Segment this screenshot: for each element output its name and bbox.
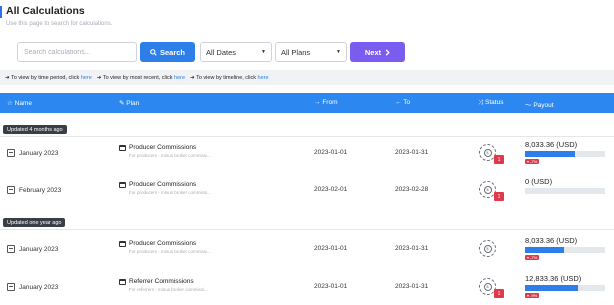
plan-cell[interactable]: Producer Commissions For producers - min… bbox=[119, 144, 211, 158]
payout-bar bbox=[525, 247, 605, 253]
search-input[interactable] bbox=[17, 42, 137, 62]
next-button-label: Next bbox=[364, 47, 382, 57]
change-badge: ▾ -9% bbox=[525, 293, 540, 298]
calendar-icon bbox=[7, 149, 15, 157]
from-cell: 2023-01-01 bbox=[314, 149, 348, 156]
calendar-icon bbox=[119, 240, 126, 247]
payout-bar-fill bbox=[525, 247, 565, 253]
plans-select[interactable]: All Plans ▼ bbox=[275, 42, 347, 62]
to-cell: 2023-01-31 bbox=[395, 149, 429, 156]
gear-icon: $ bbox=[479, 240, 496, 257]
table-row[interactable]: February 2023 Producer Commissions For p… bbox=[0, 170, 614, 208]
dates-select[interactable]: All Dates ▼ bbox=[200, 42, 272, 62]
chevron-down-icon: ▼ bbox=[336, 49, 341, 55]
page-subtitle: Use this page to search for calculations… bbox=[6, 21, 113, 27]
plan-description: For producers - minus broker commissi... bbox=[129, 153, 211, 158]
status-badge: 1 bbox=[494, 192, 504, 201]
search-icon bbox=[150, 48, 157, 56]
shuffle-icon: ⤨ bbox=[478, 99, 486, 106]
calendar-icon bbox=[7, 245, 15, 253]
status-cell[interactable]: $ 1 bbox=[478, 143, 508, 165]
payout-cell: 8,033.36 (USD) ▾ -7% bbox=[525, 236, 610, 261]
payout-bar bbox=[525, 151, 605, 157]
hint-most-recent-link[interactable]: here bbox=[174, 75, 185, 81]
payout-value: 8,033.36 (USD) bbox=[525, 236, 578, 245]
column-name[interactable]: ☆ Name bbox=[7, 99, 32, 107]
plan-name: Producer Commissions bbox=[129, 181, 197, 188]
status-badge: 1 bbox=[494, 289, 504, 298]
table-row[interactable]: January 2023 Producer Commissions For pr… bbox=[0, 133, 614, 171]
from-cell: 2023-02-01 bbox=[314, 186, 348, 193]
payout-value: 0 (USD) bbox=[525, 177, 553, 186]
page-title: All Calculations bbox=[6, 5, 85, 17]
plan-description: For producers - minus broker commissi... bbox=[129, 190, 211, 195]
plans-select-value: All Plans bbox=[281, 47, 311, 57]
to-cell: 2023-02-28 bbox=[395, 186, 429, 193]
column-to[interactable]: ← To bbox=[395, 99, 410, 106]
name-cell: January 2023 bbox=[7, 149, 58, 157]
column-status[interactable]: ⤨ Status bbox=[478, 99, 503, 107]
name-cell: January 2023 bbox=[7, 245, 58, 253]
to-cell: 2023-01-31 bbox=[395, 283, 429, 290]
calendar-icon bbox=[119, 181, 126, 188]
status-cell[interactable]: $ 1 bbox=[478, 180, 508, 202]
calendar-icon bbox=[119, 278, 126, 285]
to-cell: 2023-01-31 bbox=[395, 245, 429, 252]
status-badge: 1 bbox=[494, 155, 504, 164]
payout-bar bbox=[525, 188, 605, 194]
chevron-right-icon bbox=[385, 48, 390, 56]
column-payout[interactable]: 〜 Payout bbox=[525, 99, 554, 109]
plan-name: Producer Commissions bbox=[129, 240, 197, 247]
payout-value: 8,033.36 (USD) bbox=[525, 140, 578, 149]
title-accent-bar bbox=[0, 6, 2, 18]
table-row[interactable]: January 2023 Producer Commissions For pr… bbox=[0, 229, 614, 267]
name-cell: January 2023 bbox=[7, 283, 58, 291]
next-button[interactable]: Next bbox=[350, 42, 405, 62]
plan-description: For referrers - minus broker commissi... bbox=[129, 287, 208, 292]
hint-timeline-link[interactable]: here bbox=[258, 75, 269, 81]
arrow-left-icon: ← bbox=[395, 99, 404, 106]
column-from[interactable]: → From bbox=[314, 99, 337, 106]
hint-time-period-link[interactable]: here bbox=[81, 75, 92, 81]
calendar-icon bbox=[7, 283, 15, 291]
plan-cell[interactable]: Producer Commissions For producers - min… bbox=[119, 181, 211, 195]
plan-name: Producer Commissions bbox=[129, 144, 197, 151]
hint-time-period: ➜ To view by time period, click here bbox=[5, 74, 92, 81]
calendar-icon bbox=[7, 186, 15, 194]
payout-bar-fill bbox=[525, 285, 578, 291]
change-badge: ▾ -7% bbox=[525, 255, 540, 260]
column-plan[interactable]: ✎ Plan bbox=[119, 99, 139, 107]
plan-cell[interactable]: Referrer Commissions For referrers - min… bbox=[119, 278, 208, 292]
search-button[interactable]: Search bbox=[140, 42, 195, 62]
payout-bar bbox=[525, 285, 605, 291]
group-label: Updated one year ago bbox=[3, 218, 66, 227]
payout-cell: 8,033.36 (USD) ▾ -7% bbox=[525, 140, 610, 165]
table-header: ☆ Name ✎ Plan → From ← To ⤨ Status 〜 Pay… bbox=[0, 93, 614, 113]
plan-description: For producers - minus broker commissi... bbox=[129, 249, 211, 254]
view-hints-bar: ➜ To view by time period, click here ➜ T… bbox=[0, 70, 614, 85]
calendar-icon bbox=[119, 144, 126, 151]
from-cell: 2023-01-01 bbox=[314, 245, 348, 252]
hint-timeline: ➜ To view by timeline, click here bbox=[190, 74, 269, 81]
star-icon: ☆ bbox=[7, 100, 15, 107]
status-cell[interactable]: $ 1 bbox=[478, 277, 508, 299]
hint-most-recent: ➜ To view by most recent, click here bbox=[96, 74, 186, 81]
payout-cell: 0 (USD) bbox=[525, 177, 610, 194]
name-cell: February 2023 bbox=[7, 186, 61, 194]
dates-select-value: All Dates bbox=[206, 47, 237, 57]
status-cell[interactable]: $ bbox=[478, 239, 508, 261]
payout-value: 12,833.36 (USD) bbox=[525, 274, 582, 283]
from-cell: 2023-01-01 bbox=[314, 283, 348, 290]
payout-bar-fill bbox=[525, 151, 575, 157]
plan-cell[interactable]: Producer Commissions For producers - min… bbox=[119, 240, 211, 254]
search-button-label: Search bbox=[159, 47, 186, 57]
change-badge: ▾ -7% bbox=[525, 159, 540, 164]
chevron-down-icon: ▼ bbox=[261, 49, 266, 55]
payout-cell: 12,833.36 (USD) ▾ -9% bbox=[525, 274, 610, 299]
plan-name: Referrer Commissions bbox=[129, 278, 194, 285]
table-row[interactable]: January 2023 Referrer Commissions For re… bbox=[0, 267, 614, 305]
